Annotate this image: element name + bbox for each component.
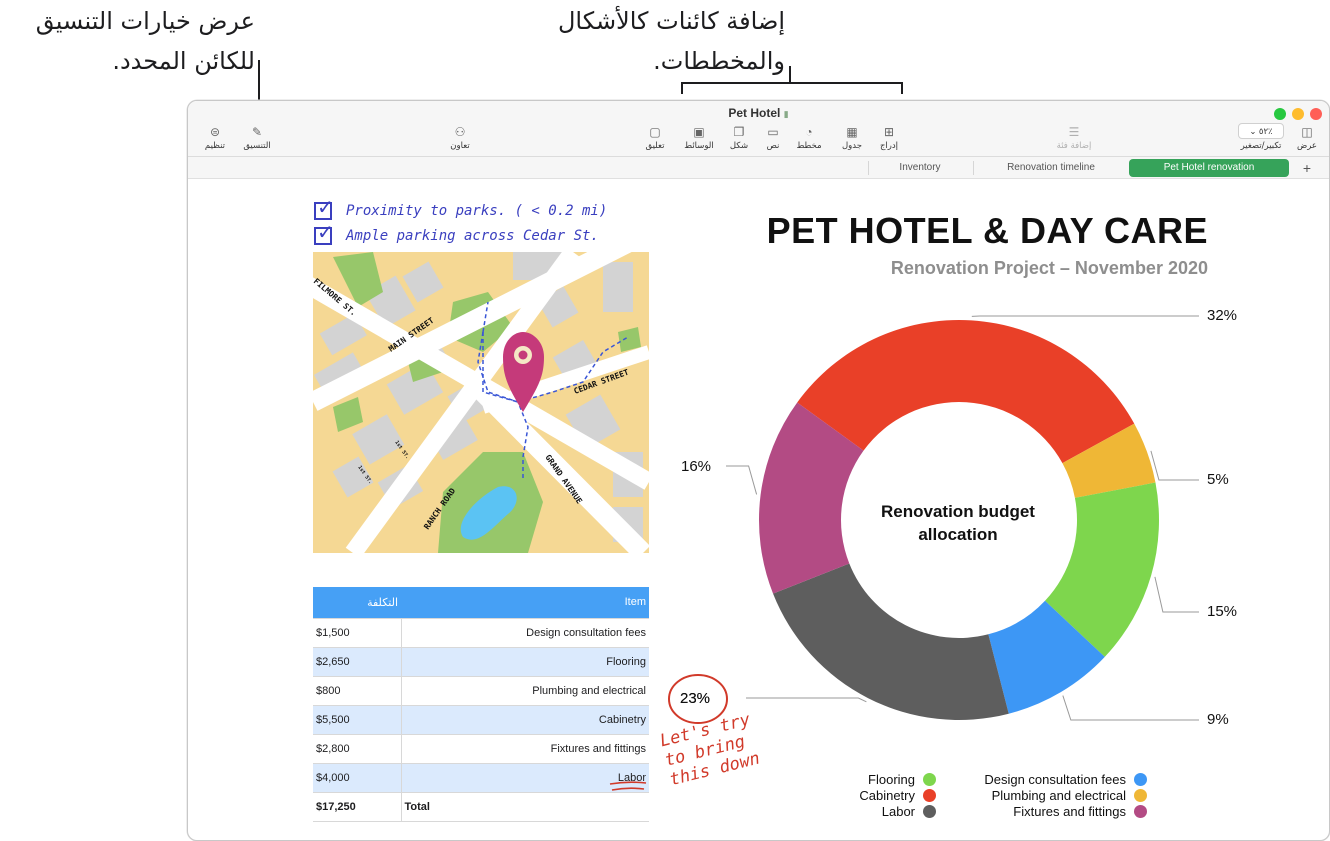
legend-swatch xyxy=(923,773,936,786)
cost-cell[interactable]: $5,500 xyxy=(313,705,402,735)
insert-callout-line1: إضافة كائنات كالأشكال xyxy=(557,7,785,35)
minimize-window-button[interactable] xyxy=(1292,108,1304,120)
format-callout-line2: للكائن المحدد. xyxy=(112,47,255,75)
leader-line xyxy=(1062,695,1199,721)
column-header-cost[interactable]: التكلفة xyxy=(313,587,401,619)
tab-separator xyxy=(868,161,869,175)
budget-table[interactable]: التكلفة Item $1,500 Design consultation f… xyxy=(313,587,649,822)
cost-cell[interactable]: $1,500 xyxy=(313,618,402,648)
table-row[interactable]: $800 Plumbing and electrical xyxy=(313,676,649,706)
legend-swatch xyxy=(923,789,936,802)
zoom-window-button[interactable] xyxy=(1274,108,1286,120)
legend-item-fixtures[interactable]: Fixtures and fittings xyxy=(940,804,1147,819)
list-icon: ☰ xyxy=(1068,125,1080,139)
legend-item-design[interactable]: Design consultation fees xyxy=(940,772,1147,787)
leader-line xyxy=(1154,576,1199,613)
insert-callout-bracket-stem xyxy=(789,66,791,82)
checklist-text: Proximity to parks. ( < 0.2 mi) xyxy=(346,203,608,219)
total-cost-cell[interactable]: $17,250 xyxy=(313,792,402,822)
legend-item-flooring[interactable]: Flooring xyxy=(800,772,936,787)
cost-cell[interactable]: $4,000 xyxy=(313,763,402,793)
table-header-row: التكلفة Item xyxy=(313,587,649,619)
labor-underline-annotation xyxy=(609,781,647,791)
organize-button[interactable]: ⊜ تنظيم xyxy=(189,123,241,151)
zoom-menu[interactable]: ⌄ ٥٢٪ xyxy=(1238,123,1284,139)
leader-line xyxy=(1150,450,1199,481)
checkmark-icon: ✓ xyxy=(317,197,334,219)
tab-renovation-timeline[interactable]: Renovation timeline xyxy=(973,159,1129,177)
window-title: Pet Hotel ▮ xyxy=(728,106,789,120)
total-label-cell[interactable]: Total xyxy=(401,792,649,822)
insert-callout-bracket-left xyxy=(681,82,683,94)
comment-icon: ▢ xyxy=(649,125,661,139)
table-row[interactable]: $2,800 Fixtures and fittings xyxy=(313,734,649,764)
legend-swatch xyxy=(1134,805,1147,818)
chart-title[interactable]: PET HOTEL & DAY CARE xyxy=(700,210,1208,252)
table-row[interactable]: $4,000 Labor xyxy=(313,763,649,793)
organize-icon: ⊜ xyxy=(209,125,221,139)
collaborate-icon: ⚇ xyxy=(454,125,466,139)
cost-cell[interactable]: $2,650 xyxy=(313,647,402,677)
toolbar: Pet Hotel ▮ ◫ عرض ⌄ ٥٢٪ تكبير/تصغير ☰ إضاف… xyxy=(188,101,1329,157)
leader-line xyxy=(726,465,758,495)
checkbox-checked[interactable]: ✓ xyxy=(314,197,334,220)
percent-label-fixtures: 5% xyxy=(1207,471,1229,488)
checklist-item[interactable]: ✓ Proximity to parks. ( < 0.2 mi) xyxy=(314,197,608,222)
percent-label-design: 9% xyxy=(1207,711,1229,728)
checklist-text: Ample parking across Cedar St. xyxy=(346,228,599,244)
document-icon: ▮ xyxy=(783,109,789,119)
percent-label-flooring: 15% xyxy=(1207,603,1238,620)
sidebar-icon: ◫ xyxy=(1301,125,1313,139)
checkbox-checked[interactable]: ✓ xyxy=(314,222,334,245)
donut-slice-labor[interactable] xyxy=(773,563,1009,720)
close-window-button[interactable] xyxy=(1310,108,1322,120)
insert-callout-bracket-right xyxy=(901,82,903,94)
legend-swatch xyxy=(1134,789,1147,802)
item-cell[interactable]: Plumbing and electrical xyxy=(401,676,649,706)
percent-label-cabinetry: 32% xyxy=(1207,307,1238,324)
checkmark-icon: ✓ xyxy=(317,222,334,244)
leader-line xyxy=(746,697,867,703)
insert-callout-line2: والمخططات. xyxy=(653,47,785,75)
comment-button[interactable]: ▢ تعليق xyxy=(629,123,681,151)
legend-item-cabinetry[interactable]: Cabinetry xyxy=(800,788,936,803)
tab-separator xyxy=(973,161,974,175)
tab-pet-hotel-renovation[interactable]: Pet Hotel renovation xyxy=(1129,159,1289,177)
sheet-tab-bar: + Pet Hotel renovation Renovation timeli… xyxy=(188,157,1329,179)
chevron-down-icon: ⌄ xyxy=(1249,126,1257,136)
column-header-item[interactable]: Item xyxy=(401,587,649,619)
add-category-button[interactable]: ☰ إضافة فئة xyxy=(1048,123,1100,151)
table-total-row[interactable]: $17,250 Total xyxy=(313,792,649,822)
percent-label-plumbing: 16% xyxy=(681,458,712,475)
item-cell[interactable]: Flooring xyxy=(401,647,649,677)
tab-inventory[interactable]: Inventory xyxy=(868,159,972,177)
legend-item-labor[interactable]: Labor xyxy=(800,804,936,819)
map-illustration[interactable]: FILMORE ST. MAIN STREET CEDAR STREET GRA… xyxy=(313,252,649,553)
cost-cell[interactable]: $2,800 xyxy=(313,734,402,764)
legend-swatch xyxy=(923,805,936,818)
table-row[interactable]: $1,500 Design consultation fees xyxy=(313,618,649,648)
table-row[interactable]: $2,650 Flooring xyxy=(313,647,649,677)
view-button[interactable]: ◫ عرض xyxy=(1281,123,1329,151)
format-callout-line1: عرض خيارات التنسيق xyxy=(35,7,255,35)
chart-subtitle[interactable]: Renovation Project – November 2020 xyxy=(700,258,1208,279)
add-sheet-button[interactable]: + xyxy=(1298,159,1316,177)
chart-center-label: Renovation budget allocation xyxy=(881,502,1035,544)
collaborate-button[interactable]: ⚇ تعاون xyxy=(434,123,486,151)
item-cell[interactable]: Design consultation fees xyxy=(401,618,649,648)
table-row[interactable]: $5,500 Cabinetry xyxy=(313,705,649,735)
labor-circled-label: 23% xyxy=(680,690,711,707)
item-cell[interactable]: Cabinetry xyxy=(401,705,649,735)
legend-swatch xyxy=(1134,773,1147,786)
zoom-button[interactable]: تكبير/تصغير xyxy=(1235,141,1287,151)
insert-callout-bracket xyxy=(681,82,903,84)
cost-cell[interactable]: $800 xyxy=(313,676,402,706)
item-cell[interactable]: Fixtures and fittings xyxy=(401,734,649,764)
legend-item-plumbing[interactable]: Plumbing and electrical xyxy=(940,788,1147,803)
checklist-item[interactable]: ✓ Ample parking across Cedar St. xyxy=(314,222,599,247)
